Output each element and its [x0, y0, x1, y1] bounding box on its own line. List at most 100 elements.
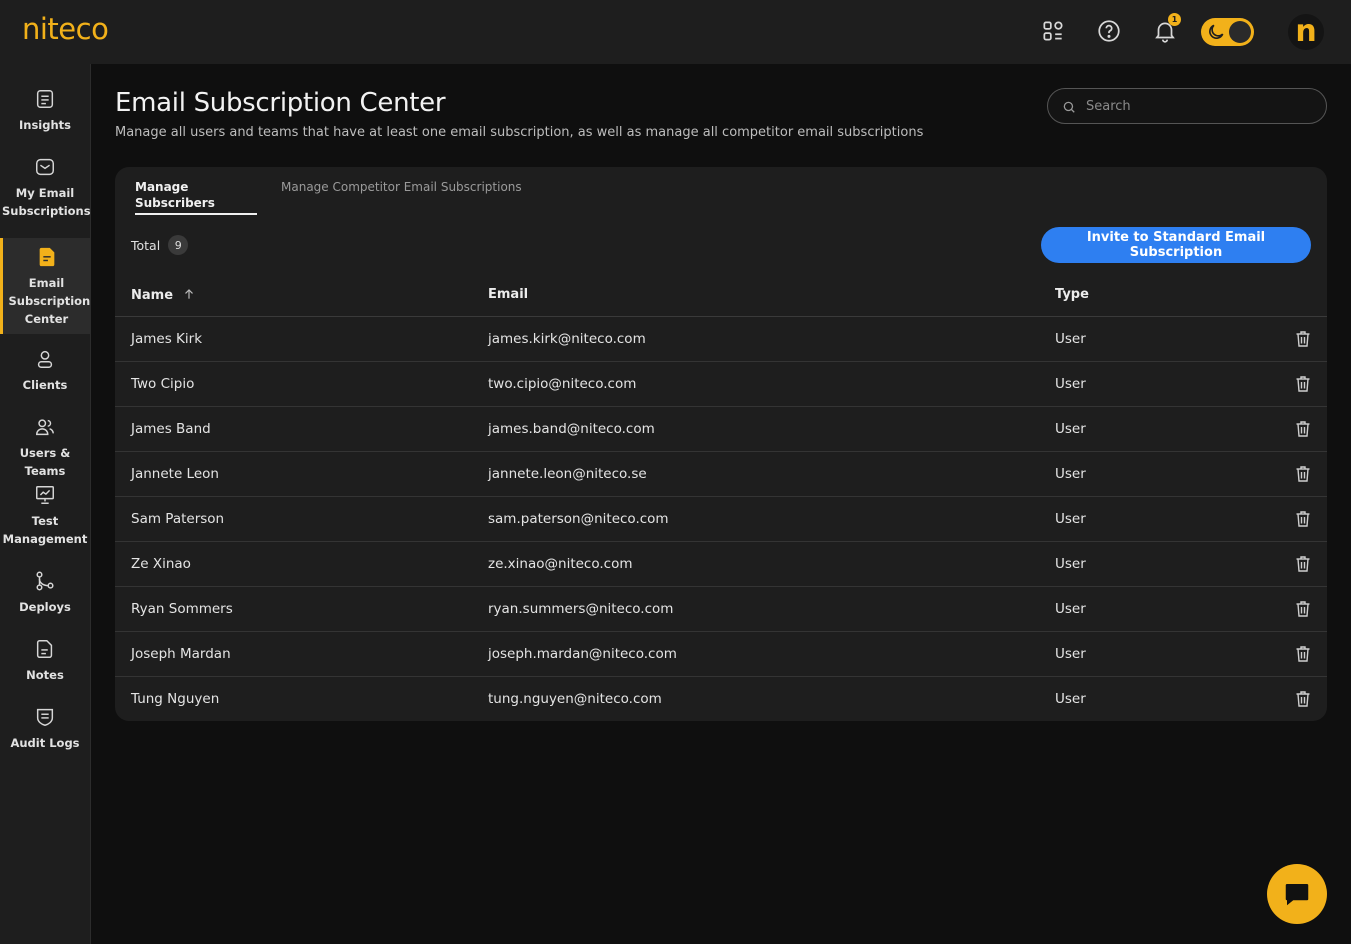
trash-icon[interactable]	[1295, 510, 1311, 528]
table-row: Two Cipio two.cipio@niteco.com User	[115, 362, 1327, 407]
invite-button[interactable]: Invite to Standard Email Subscription	[1041, 227, 1311, 263]
table-row: Tung Nguyen tung.nguyen@niteco.com User	[115, 677, 1327, 721]
notification-badge: 1	[1168, 13, 1181, 26]
cell-email: sam.paterson@niteco.com	[488, 511, 669, 527]
sidebar-item-label: Deploys	[19, 600, 71, 614]
chat-button[interactable]	[1267, 864, 1327, 924]
top-bar: niteco 1 n	[0, 0, 1351, 64]
cell-type: User	[1055, 421, 1086, 437]
cell-name: Sam Paterson	[131, 511, 225, 527]
sidebar-item-label: Users & Teams	[19, 446, 71, 478]
table-row: Ze Xinao ze.xinao@niteco.com User	[115, 542, 1327, 587]
cell-name: Ze Xinao	[131, 556, 191, 572]
cell-email: ryan.summers@niteco.com	[488, 601, 674, 617]
cell-email: joseph.mardan@niteco.com	[488, 646, 677, 662]
sidebar-item-users-teams[interactable]: Users & Teams	[0, 416, 90, 480]
table-row: James Band james.band@niteco.com User	[115, 407, 1327, 452]
table-row: Sam Paterson sam.paterson@niteco.com User	[115, 497, 1327, 542]
tab-manage-competitor-subscriptions[interactable]: Manage Competitor Email Subscriptions	[281, 179, 522, 215]
cell-name: Tung Nguyen	[131, 691, 220, 707]
sidebar-item-label: Test Management	[2, 514, 88, 546]
cell-type: User	[1055, 376, 1086, 392]
avatar[interactable]: n	[1288, 14, 1324, 50]
tab-manage-subscribers[interactable]: Manage Subscribers	[135, 179, 257, 215]
sidebar-item-label: Audit Logs	[10, 736, 80, 750]
sidebar-item-my-email-subscriptions[interactable]: My Email Subscriptions	[0, 156, 91, 220]
trash-icon[interactable]	[1295, 375, 1311, 393]
cell-type: User	[1055, 646, 1086, 662]
cell-email: jannete.leon@niteco.se	[488, 466, 647, 482]
git-branch-icon	[34, 570, 56, 592]
total-label: Total	[131, 237, 161, 253]
table-header: Name Email Type	[115, 271, 1327, 317]
apps-grid-icon[interactable]	[1040, 18, 1066, 44]
sidebar-item-audit-logs[interactable]: Audit Logs	[0, 706, 90, 752]
theme-toggle[interactable]	[1201, 18, 1254, 46]
user-icon	[34, 348, 56, 370]
page-subtitle: Manage all users and teams that have at …	[115, 125, 924, 140]
trash-icon[interactable]	[1295, 420, 1311, 438]
sidebar: Insights My Email Subscriptions Email Su…	[0, 64, 91, 944]
sidebar-item-label: Insights	[18, 118, 71, 132]
sidebar-item-test-management[interactable]: Test Management	[0, 484, 90, 548]
search-input[interactable]	[1086, 98, 1306, 114]
document-list-icon	[34, 88, 56, 110]
column-header-email[interactable]: Email	[488, 287, 528, 302]
sidebar-item-insights[interactable]: Insights	[0, 88, 90, 134]
search-box[interactable]	[1047, 88, 1327, 124]
trash-icon[interactable]	[1295, 555, 1311, 573]
bell-icon[interactable]: 1	[1152, 13, 1181, 44]
cell-email: tung.nguyen@niteco.com	[488, 691, 662, 707]
sidebar-item-label: Email Subscription Center	[8, 276, 91, 326]
total-count: Total 9	[131, 235, 189, 255]
cell-type: User	[1055, 691, 1086, 707]
trash-icon[interactable]	[1295, 465, 1311, 483]
chat-icon	[1282, 879, 1312, 909]
cell-type: User	[1055, 331, 1086, 347]
sort-ascending-icon[interactable]	[182, 287, 196, 301]
sidebar-item-label: My Email Subscriptions	[2, 186, 91, 218]
table-row: Ryan Sommers ryan.summers@niteco.com User	[115, 587, 1327, 632]
trash-icon[interactable]	[1295, 330, 1311, 348]
cell-name: James Band	[131, 421, 211, 437]
total-count-badge: 9	[168, 235, 189, 255]
sidebar-item-label: Clients	[22, 378, 68, 392]
cell-email: ze.xinao@niteco.com	[488, 556, 633, 572]
subscribers-card: Manage Subscribers Manage Competitor Ema…	[115, 167, 1327, 721]
cell-type: User	[1055, 601, 1086, 617]
cell-type: User	[1055, 511, 1086, 527]
sidebar-item-clients[interactable]: Clients	[0, 348, 90, 394]
trash-icon[interactable]	[1295, 600, 1311, 618]
column-header-name[interactable]: Name	[131, 287, 196, 303]
users-icon	[34, 416, 56, 438]
cell-name: Joseph Mardan	[131, 646, 231, 662]
search-icon	[1062, 99, 1076, 113]
cell-name: James Kirk	[131, 331, 203, 347]
sidebar-item-notes[interactable]: Notes	[0, 638, 90, 684]
column-header-label: Name	[131, 288, 174, 303]
table-row: James Kirk james.kirk@niteco.com User	[115, 317, 1327, 362]
note-icon	[34, 638, 56, 660]
cell-type: User	[1055, 556, 1086, 572]
sidebar-item-email-subscription-center[interactable]: Email Subscription Center	[0, 238, 90, 334]
trash-icon[interactable]	[1295, 645, 1311, 663]
table-row: Joseph Mardan joseph.mardan@niteco.com Use…	[115, 632, 1327, 677]
trash-icon[interactable]	[1295, 690, 1311, 708]
niteco-logo[interactable]: niteco	[22, 12, 109, 46]
column-header-type[interactable]: Type	[1055, 287, 1089, 302]
table-row: Jannete Leon jannete.leon@niteco.se User	[115, 452, 1327, 497]
cell-name: Jannete Leon	[131, 466, 219, 482]
sidebar-item-deploys[interactable]: Deploys	[0, 570, 90, 616]
cell-email: james.band@niteco.com	[488, 421, 655, 437]
toggle-knob	[1229, 21, 1251, 43]
presentation-chart-icon	[34, 484, 56, 506]
page-title: Email Subscription Center	[115, 88, 446, 118]
help-icon[interactable]	[1096, 18, 1122, 44]
cell-name: Ryan Sommers	[131, 601, 233, 617]
cell-email: james.kirk@niteco.com	[488, 331, 646, 347]
shield-list-icon	[34, 706, 56, 728]
moon-icon	[1206, 22, 1226, 42]
cell-email: two.cipio@niteco.com	[488, 376, 637, 392]
cell-type: User	[1055, 466, 1086, 482]
email-doc-icon	[36, 246, 58, 268]
